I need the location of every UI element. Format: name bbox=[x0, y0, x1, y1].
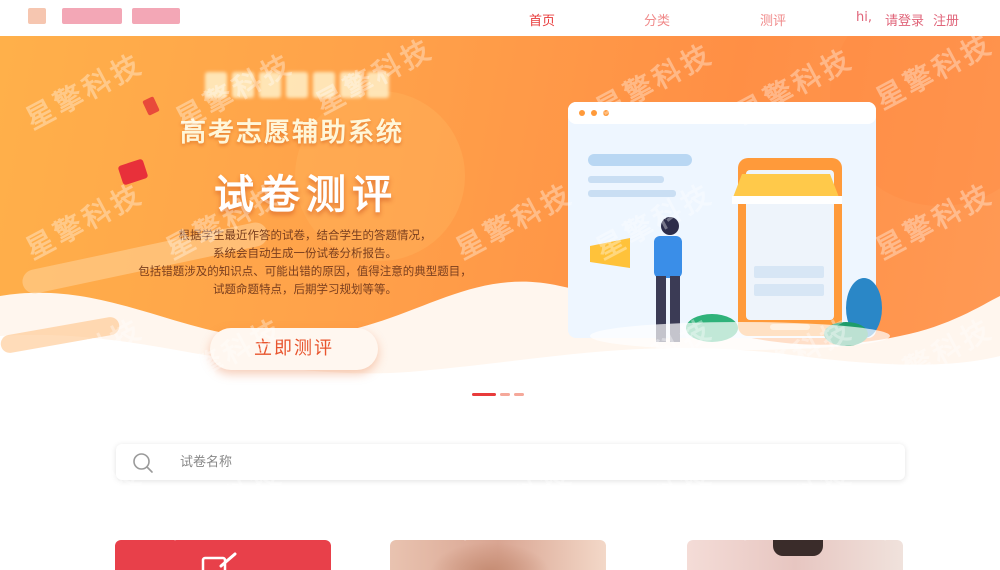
description-line: 试题命题特点，后期学习规划等等。 bbox=[213, 282, 397, 296]
carousel-dot[interactable] bbox=[500, 393, 510, 396]
hero-banner[interactable]: 高考志愿辅助系统 试卷测评 根据学生最近作答的试卷，结合学生的答题情况， 系统会… bbox=[0, 36, 1000, 401]
blurred-brand-text bbox=[205, 72, 410, 98]
edit-icon bbox=[201, 552, 237, 570]
nav-evaluation[interactable]: 测评 bbox=[760, 10, 786, 29]
logo-mark bbox=[28, 8, 46, 24]
illustration bbox=[568, 102, 890, 350]
register-link[interactable]: 注册 bbox=[933, 10, 959, 29]
banner-description: 根据学生最近作答的试卷，结合学生的答题情况， 系统会自动生成一份试卷分析报告。 … bbox=[120, 226, 490, 298]
logo-text-2 bbox=[132, 8, 180, 24]
login-link[interactable]: 请登录 bbox=[885, 10, 924, 29]
search-bar[interactable] bbox=[116, 444, 905, 480]
person-illustration bbox=[654, 236, 682, 278]
logo-text-1 bbox=[62, 8, 122, 24]
search-icon[interactable] bbox=[132, 452, 154, 474]
logo[interactable] bbox=[28, 8, 180, 24]
greeting-text: hi, bbox=[856, 10, 872, 25]
start-evaluation-button[interactable]: 立即测评 bbox=[210, 328, 378, 370]
system-title: 高考志愿辅助系统 bbox=[180, 118, 405, 148]
search-input[interactable] bbox=[180, 452, 880, 472]
carousel-dot[interactable] bbox=[514, 393, 524, 396]
category-card-3[interactable] bbox=[687, 540, 903, 570]
description-line: 包括错题涉及的知识点、可能出错的原因，值得注意的典型题目， bbox=[138, 264, 472, 278]
description-line: 根据学生最近作答的试卷，结合学生的答题情况， bbox=[178, 228, 432, 242]
description-line: 系统会自动生成一份试卷分析报告。 bbox=[213, 246, 397, 260]
card-photo bbox=[430, 542, 550, 570]
card-photo bbox=[773, 540, 823, 556]
category-card-1[interactable] bbox=[115, 540, 331, 570]
carousel-dot-active[interactable] bbox=[472, 393, 496, 396]
top-header: 首页 分类 测评 hi, 请登录 注册 bbox=[0, 0, 1000, 36]
banner-main-title: 试卷测评 bbox=[214, 172, 398, 218]
nav-home[interactable]: 首页 bbox=[529, 10, 555, 29]
category-card-2[interactable] bbox=[390, 540, 606, 570]
carousel-indicators bbox=[472, 381, 528, 400]
nav-category[interactable]: 分类 bbox=[644, 10, 670, 29]
